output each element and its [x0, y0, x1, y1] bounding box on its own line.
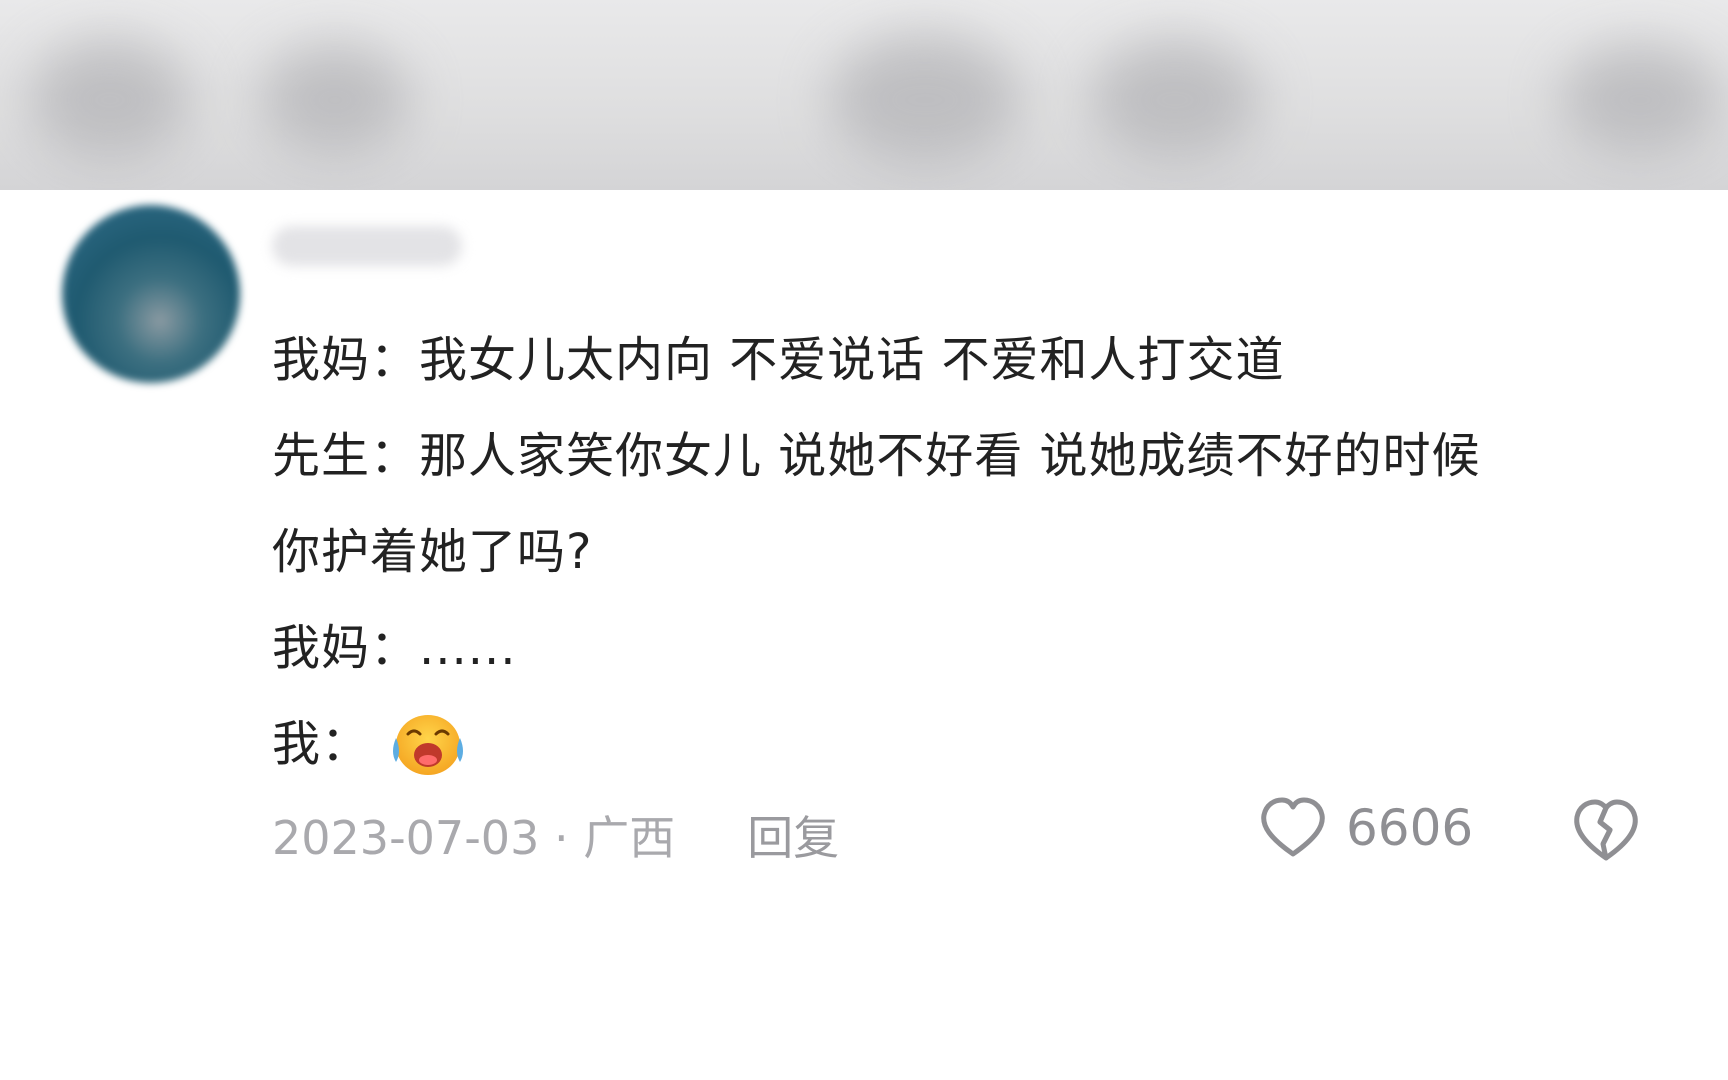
comment-line-prefix: 我：: [272, 716, 371, 772]
comment-line: 我妈：我女儿太内向 不爱说话 不爱和人打交道: [272, 332, 1285, 388]
like-count: 6606: [1346, 799, 1474, 857]
reply-button[interactable]: 回复: [747, 802, 839, 868]
comment-line: 我妈：......: [272, 620, 517, 676]
dislike-button[interactable]: [1570, 796, 1642, 868]
date-location: 2023-07-03 · 广西: [272, 811, 676, 865]
avatar[interactable]: [62, 205, 240, 383]
crying-face-emoji: [386, 708, 470, 780]
heart-outline-icon: [1261, 797, 1325, 857]
broken-heart-icon: [1574, 799, 1638, 861]
comment-line-last: 我：: [272, 696, 1672, 792]
username-blurred[interactable]: [272, 226, 462, 266]
like-button[interactable]: 6606: [1258, 796, 1473, 860]
comment-body: 我妈：我女儿太内向 不爱说话 不爱和人打交道 先生：那人家笑你女儿 说她不好看 …: [272, 312, 1672, 792]
comment-line: 先生：那人家笑你女儿 说她不好看 说她成绩不好的时候: [272, 428, 1481, 484]
comment-screen: 我妈：我女儿太内向 不爱说话 不爱和人打交道 先生：那人家笑你女儿 说她不好看 …: [0, 0, 1728, 1080]
comment-line: 你护着她了吗?: [272, 524, 593, 580]
blurred-header: [0, 0, 1728, 190]
